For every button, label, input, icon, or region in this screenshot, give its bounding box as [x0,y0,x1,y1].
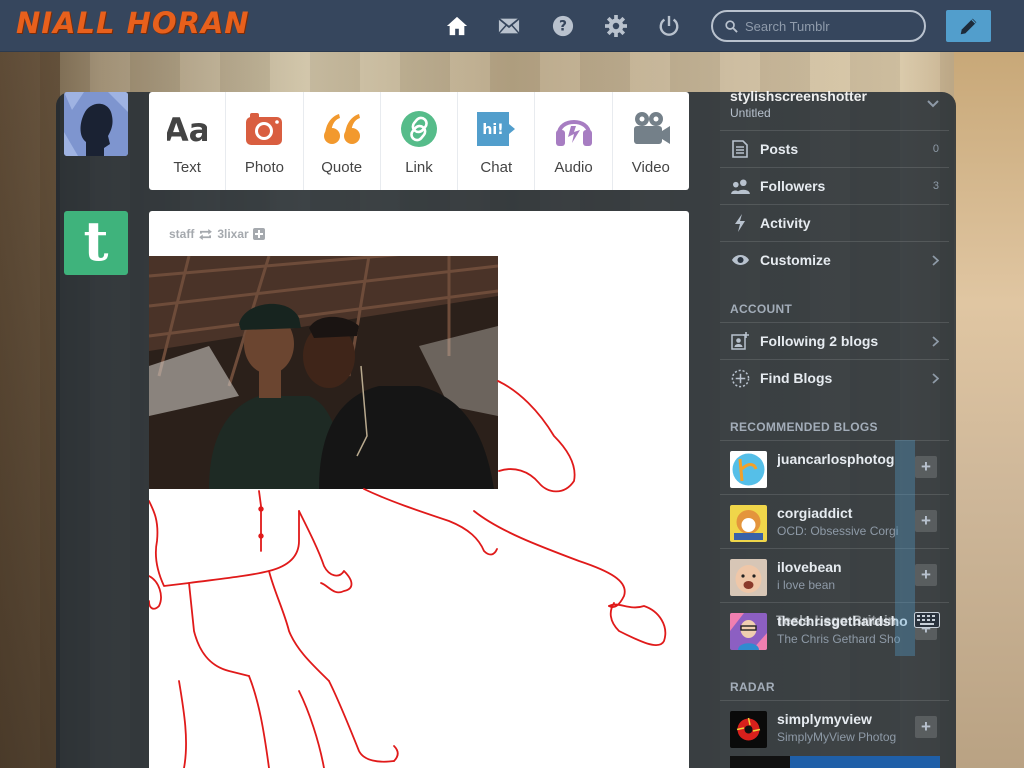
user-avatar[interactable] [64,92,128,156]
sidebar-item-followers[interactable]: Followers 3 [720,167,949,204]
account-blog-title: Untitled [730,106,771,120]
dashboard-post: staff 3lixar [149,211,689,768]
pencil-icon [960,18,976,35]
find-blogs-icon [731,369,749,387]
chevron-right-icon [932,255,939,266]
sidebar-item-following[interactable]: Following 2 blogs [720,322,949,359]
overlay-ghost-text: Tesla Lego Britain [776,612,897,628]
settings-icon[interactable] [604,14,628,38]
radar-heading: RADAR [730,680,775,694]
link-icon [399,110,439,148]
sidebar-item-posts[interactable]: Posts 0 [720,130,949,167]
follow-blog-button[interactable]: + [915,456,937,478]
chat-icon: hi! [476,110,516,148]
post-video-button[interactable]: Video [613,92,689,190]
svg-text:Aa: Aa [167,111,207,148]
plus-icon: + [921,564,931,584]
blog-avatar [730,711,767,748]
activity-icon [735,214,745,232]
sidebar-item-activity[interactable]: Activity [720,204,949,241]
followers-count: 3 [932,180,939,192]
svg-text:hi!: hi! [483,122,504,138]
sidebar-item-find-blogs[interactable]: Find Blogs [720,359,949,396]
blog-avatar [730,613,767,650]
background-photo-right [954,52,1024,768]
post-audio-button[interactable]: Audio [535,92,613,190]
background-photo-left [0,52,60,768]
eye-icon [731,255,749,265]
post-quote-button[interactable]: Quote [304,92,381,190]
posts-count: 0 [932,143,939,155]
chevron-right-icon [932,336,939,347]
keyboard-icon[interactable] [914,612,940,628]
radar-post-preview[interactable] [730,756,790,768]
red-doodle-drawing [149,380,667,768]
quote-icon [322,110,362,148]
followers-icon [730,178,750,194]
camera-icon [244,110,284,148]
blog-logo[interactable]: NIALL HORAN [16,6,250,40]
text-icon: Aa [167,110,207,148]
follow-blog-button[interactable]: + [915,510,937,532]
posts-icon [732,140,748,158]
plus-icon: + [921,510,931,530]
post-link-button[interactable]: Link [381,92,459,190]
post-type-bar: Aa Text Photo Quote Link hi! Chat Audio [149,92,689,190]
search-icon [725,20,738,33]
search-box [711,10,926,42]
chevron-down-icon[interactable] [927,100,939,108]
radar-post-image[interactable] [790,756,940,768]
tumblr-logo-icon: t [83,209,109,273]
follow-blog-button[interactable]: + [915,564,937,586]
blog-avatar [730,559,767,596]
account-heading: ACCOUNT [730,302,793,316]
chevron-right-icon [932,373,939,384]
blog-avatar [730,505,767,542]
headphones-icon [554,110,594,148]
sidebar-item-customize[interactable]: Customize [720,241,949,278]
mail-icon[interactable] [497,14,521,38]
plus-icon: + [921,456,931,476]
post-text-button[interactable]: Aa Text [149,92,227,190]
blog-avatar [730,451,767,488]
home-icon[interactable] [445,14,469,38]
following-icon [731,332,749,350]
follow-blog-button[interactable]: + [915,716,937,738]
help-icon[interactable]: ? [551,14,575,38]
power-icon[interactable] [657,14,681,38]
account-blog-name[interactable]: stylishscreenshotter [730,88,867,104]
tumblr-staff-avatar[interactable]: t [64,211,128,275]
svg-text:?: ? [559,19,567,35]
post-chat-button[interactable]: hi! Chat [458,92,536,190]
compose-button[interactable] [946,10,991,42]
video-camera-icon [631,110,671,148]
post-photo-button[interactable]: Photo [226,92,304,190]
search-input[interactable] [745,17,915,35]
recommended-heading: RECOMMENDED BLOGS [730,420,878,434]
top-navigation-bar: NIALL HORAN ? [0,0,1024,52]
plus-icon: + [921,716,931,736]
